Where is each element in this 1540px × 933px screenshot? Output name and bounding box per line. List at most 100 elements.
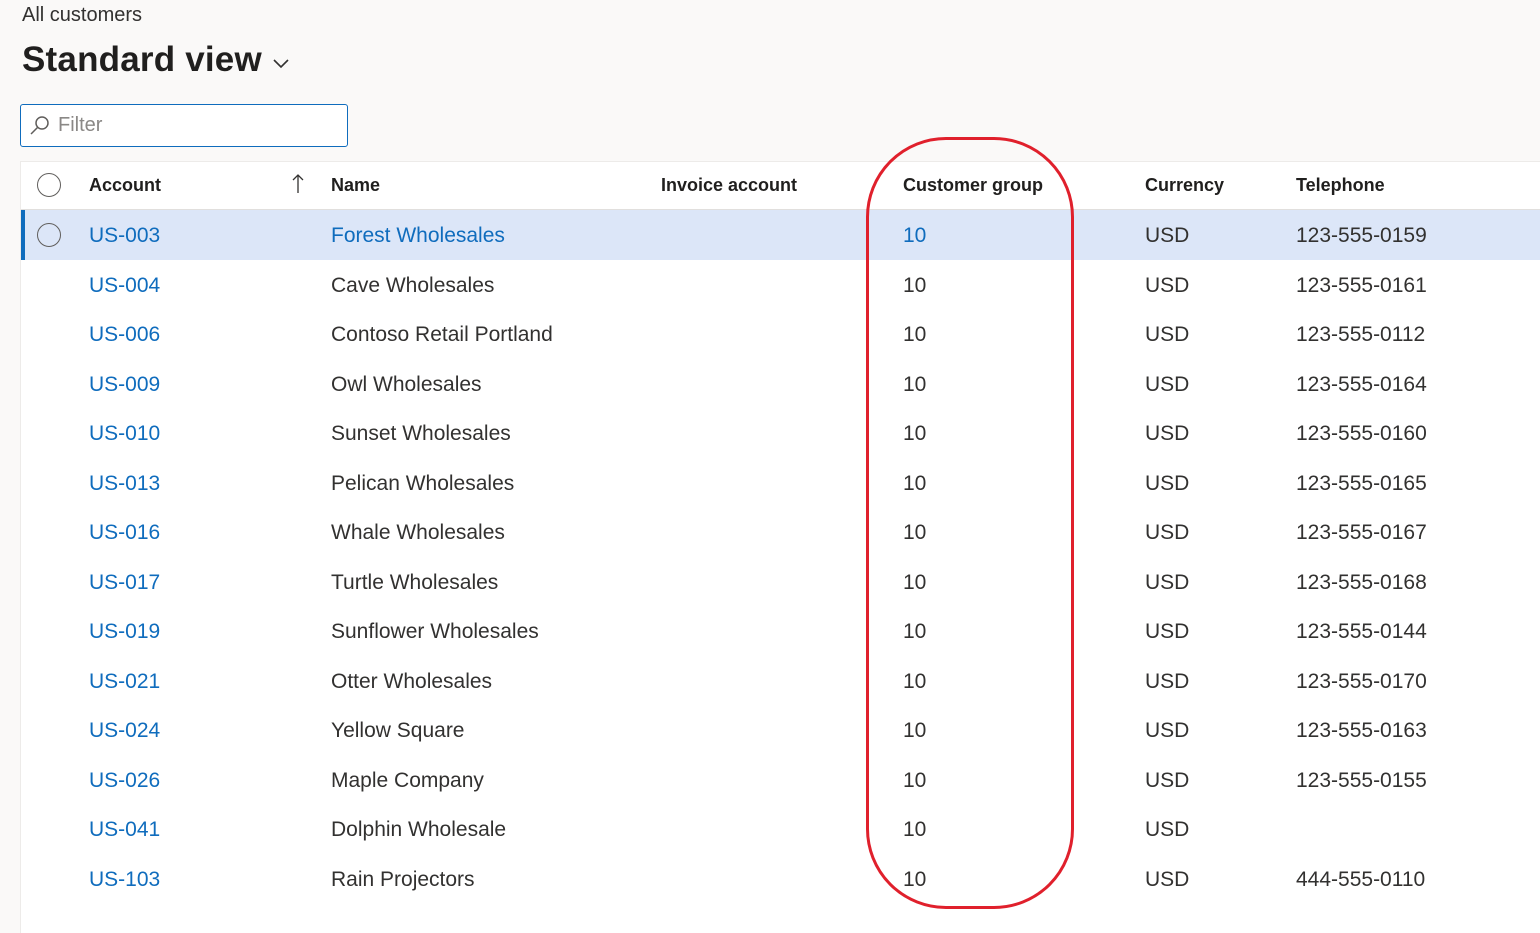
table-row[interactable]: US-041 Dolphin Wholesale 10 USD bbox=[21, 804, 1540, 854]
column-header-customer-group[interactable]: Customer group bbox=[903, 175, 1043, 196]
currency-cell: USD bbox=[1145, 620, 1190, 643]
name-cell: Owl Wholesales bbox=[331, 372, 482, 396]
name-cell: Rain Projectors bbox=[331, 867, 475, 891]
column-header-name[interactable]: Name bbox=[331, 175, 380, 196]
name-cell: Whale Wholesales bbox=[331, 521, 505, 544]
telephone-cell: 123-555-0160 bbox=[1296, 422, 1427, 445]
currency-cell: USD bbox=[1145, 669, 1190, 693]
currency-cell: USD bbox=[1145, 471, 1190, 495]
name-cell: Contoso Retail Portland bbox=[331, 323, 553, 346]
name-cell: Cave Wholesales bbox=[331, 273, 495, 297]
customer-group-cell: 10 bbox=[903, 273, 927, 297]
account-link[interactable]: US-003 bbox=[89, 224, 160, 248]
customer-group-cell: 10 bbox=[903, 768, 927, 792]
column-header-account[interactable]: Account bbox=[89, 175, 161, 196]
table-row[interactable]: US-013 Pelican Wholesales 10 USD 123-555-016… bbox=[21, 458, 1540, 508]
telephone-cell: 123-555-0163 bbox=[1296, 719, 1427, 742]
table-row[interactable]: US-024 Yellow Square 10 USD 123-555-0163 bbox=[21, 705, 1540, 755]
row-select-radio[interactable] bbox=[37, 223, 61, 247]
account-link[interactable]: US-041 bbox=[89, 818, 160, 842]
customer-group-cell: 10 bbox=[903, 372, 927, 396]
customer-group-cell: 10 bbox=[903, 719, 927, 742]
name-cell: Dolphin Wholesale bbox=[331, 818, 507, 841]
currency-cell: USD bbox=[1145, 323, 1190, 346]
table-row[interactable]: US-003 Forest Wholesales 10 USD 123-555-0159 bbox=[21, 210, 1540, 260]
customers-grid: Account Name Invoice account Customer gr… bbox=[20, 161, 1540, 933]
filter-box[interactable] bbox=[20, 104, 348, 147]
select-all-radio[interactable] bbox=[37, 173, 61, 197]
arrow-up-icon[interactable] bbox=[290, 172, 306, 196]
account-link[interactable]: US-010 bbox=[89, 422, 160, 446]
telephone-cell: 123-555-0144 bbox=[1296, 620, 1427, 643]
account-link[interactable]: US-021 bbox=[89, 670, 160, 694]
chevron-down-icon bbox=[273, 59, 289, 69]
account-link[interactable]: US-026 bbox=[89, 769, 160, 793]
currency-cell: USD bbox=[1145, 521, 1190, 544]
table-row[interactable]: US-019 Sunflower Wholesales 10 USD 123-555-0… bbox=[21, 606, 1540, 656]
currency-cell: USD bbox=[1145, 867, 1190, 891]
customer-group-cell: 10 bbox=[903, 323, 927, 346]
page-title: Standard view bbox=[22, 40, 262, 79]
table-row[interactable]: US-021 Otter Wholesales 10 USD 123-555-0170 bbox=[21, 656, 1540, 706]
customer-group-cell: 10 bbox=[903, 521, 927, 544]
column-header-currency[interactable]: Currency bbox=[1145, 175, 1224, 196]
customer-group-cell: 10 bbox=[903, 669, 927, 693]
telephone-cell: 123-555-0155 bbox=[1296, 768, 1427, 792]
customer-group-cell: 10 bbox=[903, 818, 927, 841]
telephone-cell: 444-555-0110 bbox=[1296, 867, 1426, 891]
view-selector[interactable]: Standard view bbox=[22, 40, 292, 80]
telephone-cell: 123-555-0164 bbox=[1296, 372, 1427, 396]
account-link[interactable]: US-016 bbox=[89, 521, 160, 545]
account-link[interactable]: US-103 bbox=[89, 868, 160, 892]
currency-cell: USD bbox=[1145, 818, 1190, 841]
breadcrumb: All customers bbox=[22, 4, 143, 26]
filter-input[interactable] bbox=[58, 114, 318, 137]
account-link[interactable]: US-004 bbox=[89, 274, 160, 298]
name-cell: Maple Company bbox=[331, 768, 484, 792]
currency-cell: USD bbox=[1145, 224, 1190, 247]
table-row[interactable]: US-026 Maple Company 10 USD 123-555-0155 bbox=[21, 755, 1540, 805]
currency-cell: USD bbox=[1145, 273, 1190, 297]
telephone-cell: 123-555-0161 bbox=[1296, 273, 1427, 297]
customer-group-cell: 10 bbox=[903, 422, 927, 445]
telephone-cell: 123-555-0159 bbox=[1296, 224, 1427, 247]
name-cell: Otter Wholesales bbox=[331, 669, 493, 693]
telephone-cell: 123-555-0167 bbox=[1296, 521, 1427, 544]
account-link[interactable]: US-013 bbox=[89, 472, 160, 496]
customer-group-cell: 10 bbox=[903, 570, 927, 594]
table-row[interactable]: US-017 Turtle Wholesales 10 USD 123-555-0168 bbox=[21, 557, 1540, 607]
customer-group-cell[interactable]: 10 bbox=[903, 224, 926, 248]
telephone-cell: 123-555-0165 bbox=[1296, 471, 1427, 495]
table-row[interactable]: US-103 Rain Projectors 10 USD 444-555-0110 bbox=[21, 854, 1540, 904]
telephone-cell: 123-555-0168 bbox=[1296, 570, 1427, 594]
customer-group-cell: 10 bbox=[903, 867, 927, 891]
account-link[interactable]: US-024 bbox=[89, 719, 160, 743]
name-cell: Yellow Square bbox=[331, 719, 465, 742]
table-row[interactable]: US-016 Whale Wholesales 10 USD 123-555-0167 bbox=[21, 507, 1540, 557]
name-cell: Turtle Wholesales bbox=[331, 570, 499, 594]
table-row[interactable]: US-010 Sunset Wholesales 10 USD 123-555-0160 bbox=[21, 408, 1540, 458]
column-header-telephone[interactable]: Telephone bbox=[1296, 175, 1385, 196]
currency-cell: USD bbox=[1145, 570, 1190, 594]
table-row[interactable]: US-004 Cave Wholesales 10 USD 123-555-0161 bbox=[21, 260, 1540, 310]
customer-group-cell: 10 bbox=[903, 471, 927, 495]
grid-rows: US-003 Forest Wholesales 10 USD 123-555-0159… bbox=[21, 210, 1540, 903]
name-cell: Sunflower Wholesales bbox=[331, 620, 539, 643]
table-row[interactable]: US-006 Contoso Retail Portland 10 USD 123-55… bbox=[21, 309, 1540, 359]
table-row[interactable]: US-009 Owl Wholesales 10 USD 123-555-0164 bbox=[21, 359, 1540, 409]
account-link[interactable]: US-019 bbox=[89, 620, 160, 644]
name-cell: Pelican Wholesales bbox=[331, 471, 515, 495]
customer-group-cell: 10 bbox=[903, 620, 927, 643]
account-link[interactable]: US-006 bbox=[89, 323, 160, 347]
name-cell: Sunset Wholesales bbox=[331, 422, 511, 445]
name-cell[interactable]: Forest Wholesales bbox=[331, 224, 505, 248]
column-header-invoice-account[interactable]: Invoice account bbox=[661, 175, 797, 196]
grid-header: Account Name Invoice account Customer gr… bbox=[21, 162, 1540, 210]
currency-cell: USD bbox=[1145, 768, 1190, 792]
search-icon bbox=[30, 115, 49, 135]
currency-cell: USD bbox=[1145, 422, 1190, 445]
account-link[interactable]: US-009 bbox=[89, 373, 160, 397]
account-link[interactable]: US-017 bbox=[89, 571, 160, 595]
telephone-cell: 123-555-0112 bbox=[1296, 323, 1426, 346]
currency-cell: USD bbox=[1145, 372, 1190, 396]
